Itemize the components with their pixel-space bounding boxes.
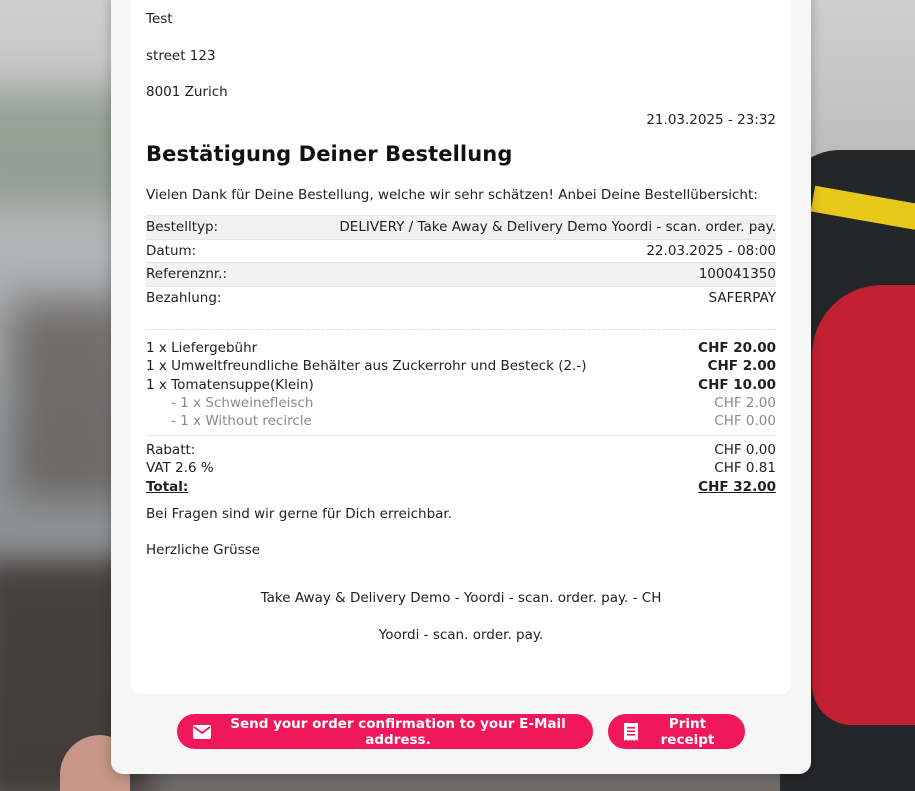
discount-label: Rabatt: — [146, 442, 196, 458]
sub-item-price: CHF 0.00 — [714, 413, 776, 430]
list-item: 1 x Umweltfreundliche Behälter aus Zucke… — [146, 357, 776, 375]
item-price: CHF 10.00 — [698, 376, 776, 393]
info-label: Bestelltyp: — [146, 219, 219, 235]
list-item: 1 x Tomatensuppe(Klein) CHF 10.00 — [146, 376, 776, 394]
customer-name: Test — [146, 11, 173, 27]
questions-text: Bei Fragen sind wir gerne für Dich errei… — [146, 506, 453, 522]
print-receipt-label: Print receipt — [660, 715, 715, 748]
info-value: DELIVERY / Take Away & Delivery Demo Yoo… — [339, 219, 776, 235]
sub-item: - 1 x Without recircle CHF 0.00 — [146, 412, 776, 430]
order-items: 1 x Liefergebühr CHF 20.00 1 x Umweltfre… — [146, 339, 776, 430]
receipt-icon — [624, 722, 638, 741]
page-title: Bestätigung Deiner Bestellung — [146, 142, 513, 166]
info-row-order-type: Bestelltyp: DELIVERY / Take Away & Deliv… — [146, 215, 776, 239]
discount-row: Rabatt: CHF 0.00 — [146, 441, 776, 459]
info-label: Bezahlung: — [146, 289, 222, 306]
list-item: 1 x Liefergebühr CHF 20.00 — [146, 339, 776, 357]
order-confirmation-card: Test street 123 8001 Zurich 21.03.2025 -… — [111, 0, 811, 774]
info-value: 100041350 — [698, 266, 776, 282]
item-price: CHF 20.00 — [698, 340, 776, 356]
greeting-text: Herzliche Grüsse — [146, 542, 261, 558]
info-row-reference: Referenznr.: 100041350 — [146, 262, 776, 286]
info-row-date: Datum: 22.03.2025 - 08:00 — [146, 238, 776, 263]
footer-brand: Yoordi - scan. order. pay. — [378, 627, 544, 643]
print-receipt-button[interactable]: Print receipt — [608, 714, 745, 749]
item-name: 1 x Umweltfreundliche Behälter aus Zucke… — [146, 358, 587, 375]
vat-label: VAT 2.6 % — [146, 460, 214, 477]
discount-value: CHF 0.00 — [714, 442, 776, 458]
vat-value: CHF 0.81 — [714, 460, 776, 477]
order-totals: Rabatt: CHF 0.00 VAT 2.6 % CHF 0.81 Tota… — [146, 435, 776, 496]
info-row-payment: Bezahlung: SAFERPAY — [146, 285, 776, 310]
send-email-button[interactable]: Send your order confirmation to your E-M… — [177, 714, 593, 749]
footer-company: Take Away & Delivery Demo - Yoordi - sca… — [260, 590, 662, 606]
sub-item-name: - 1 x Without recircle — [171, 413, 312, 430]
intro-text: Vielen Dank für Deine Bestellung, welche… — [146, 187, 758, 203]
envelope-icon — [193, 724, 211, 739]
sub-item-name: - 1 x Schweinefleisch — [171, 394, 314, 411]
send-email-label: Send your order confirmation to your E-M… — [230, 715, 566, 748]
customer-city: 8001 Zurich — [146, 84, 228, 100]
item-name: 1 x Liefergebühr — [146, 340, 258, 356]
customer-street: street 123 — [146, 48, 216, 64]
item-name: 1 x Tomatensuppe(Klein) — [146, 376, 314, 393]
receipt-panel: Test street 123 8001 Zurich 21.03.2025 -… — [131, 0, 791, 694]
vat-row: VAT 2.6 % CHF 0.81 — [146, 459, 776, 477]
total-row: Total: CHF 32.00 — [146, 478, 776, 496]
info-label: Datum: — [146, 242, 197, 259]
info-label: Referenznr.: — [146, 266, 228, 282]
total-value: CHF 32.00 — [698, 478, 776, 495]
info-value: 22.03.2025 - 08:00 — [646, 242, 776, 259]
order-datetime: 21.03.2025 - 23:32 — [646, 112, 776, 128]
order-info-table: Bestelltyp: DELIVERY / Take Away & Deliv… — [146, 215, 776, 309]
item-price: CHF 2.00 — [707, 358, 776, 375]
info-value: SAFERPAY — [708, 289, 776, 306]
sub-item-price: CHF 2.00 — [714, 394, 776, 411]
dashed-divider — [146, 329, 776, 330]
sub-item: - 1 x Schweinefleisch CHF 2.00 — [146, 394, 776, 412]
total-label: Total: — [146, 478, 189, 495]
